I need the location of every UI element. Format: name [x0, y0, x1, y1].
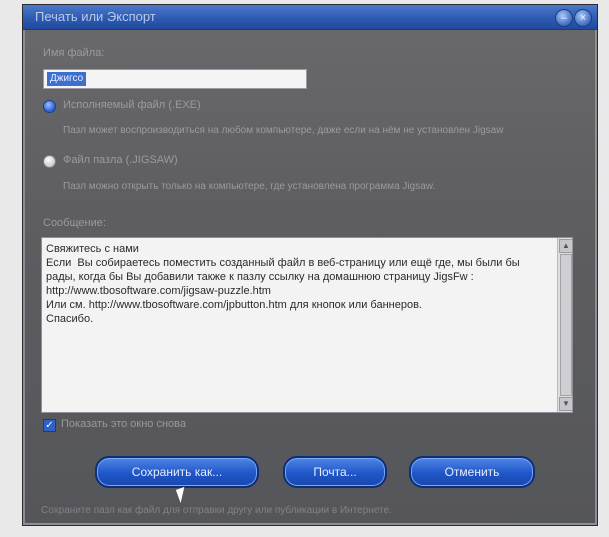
- show-again-label: Показать это окно снова: [61, 418, 186, 430]
- message-label: Сообщение:: [43, 217, 106, 229]
- status-text: Сохраните пазл как файл для отправки дру…: [41, 505, 392, 516]
- radio-exe-description: Пазл может воспроизводиться на любом ком…: [63, 125, 504, 136]
- radio-jigsaw-label: Файл пазла (.JIGSAW): [63, 154, 178, 166]
- title-bar[interactable]: Печать или Экспорт – ×: [23, 5, 597, 30]
- show-again-checkbox[interactable]: ✓: [43, 419, 56, 432]
- message-text: Свяжитесь с нами Если Вы собираетесь пом…: [46, 243, 520, 325]
- window-title: Печать или Экспорт: [35, 9, 156, 24]
- scroll-thumb[interactable]: [560, 254, 572, 396]
- close-button[interactable]: ×: [574, 9, 592, 27]
- radio-exe[interactable]: [43, 100, 56, 113]
- mail-button[interactable]: Почта...: [283, 456, 387, 488]
- scroll-down-icon[interactable]: ▼: [559, 397, 573, 411]
- cancel-button[interactable]: Отменить: [409, 456, 535, 488]
- minimize-button[interactable]: –: [555, 9, 573, 27]
- scroll-up-icon[interactable]: ▲: [559, 239, 573, 253]
- message-textarea[interactable]: Свяжитесь с нами Если Вы собираетесь пом…: [41, 237, 573, 413]
- filename-input[interactable]: Джигсо: [43, 69, 307, 89]
- export-dialog: Печать или Экспорт – × Имя файла: Джигсо…: [22, 4, 598, 526]
- save-as-button[interactable]: Сохранить как...: [95, 456, 259, 488]
- filename-value: Джигсо: [47, 72, 87, 86]
- radio-exe-label: Исполняемый файл (.EXE): [63, 99, 201, 111]
- radio-jigsaw[interactable]: [43, 155, 56, 168]
- filename-label: Имя файла:: [43, 47, 105, 59]
- vertical-scrollbar[interactable]: ▲ ▼: [557, 238, 573, 412]
- radio-jigsaw-description: Пазл можно открыть только на компьютере,…: [63, 181, 436, 192]
